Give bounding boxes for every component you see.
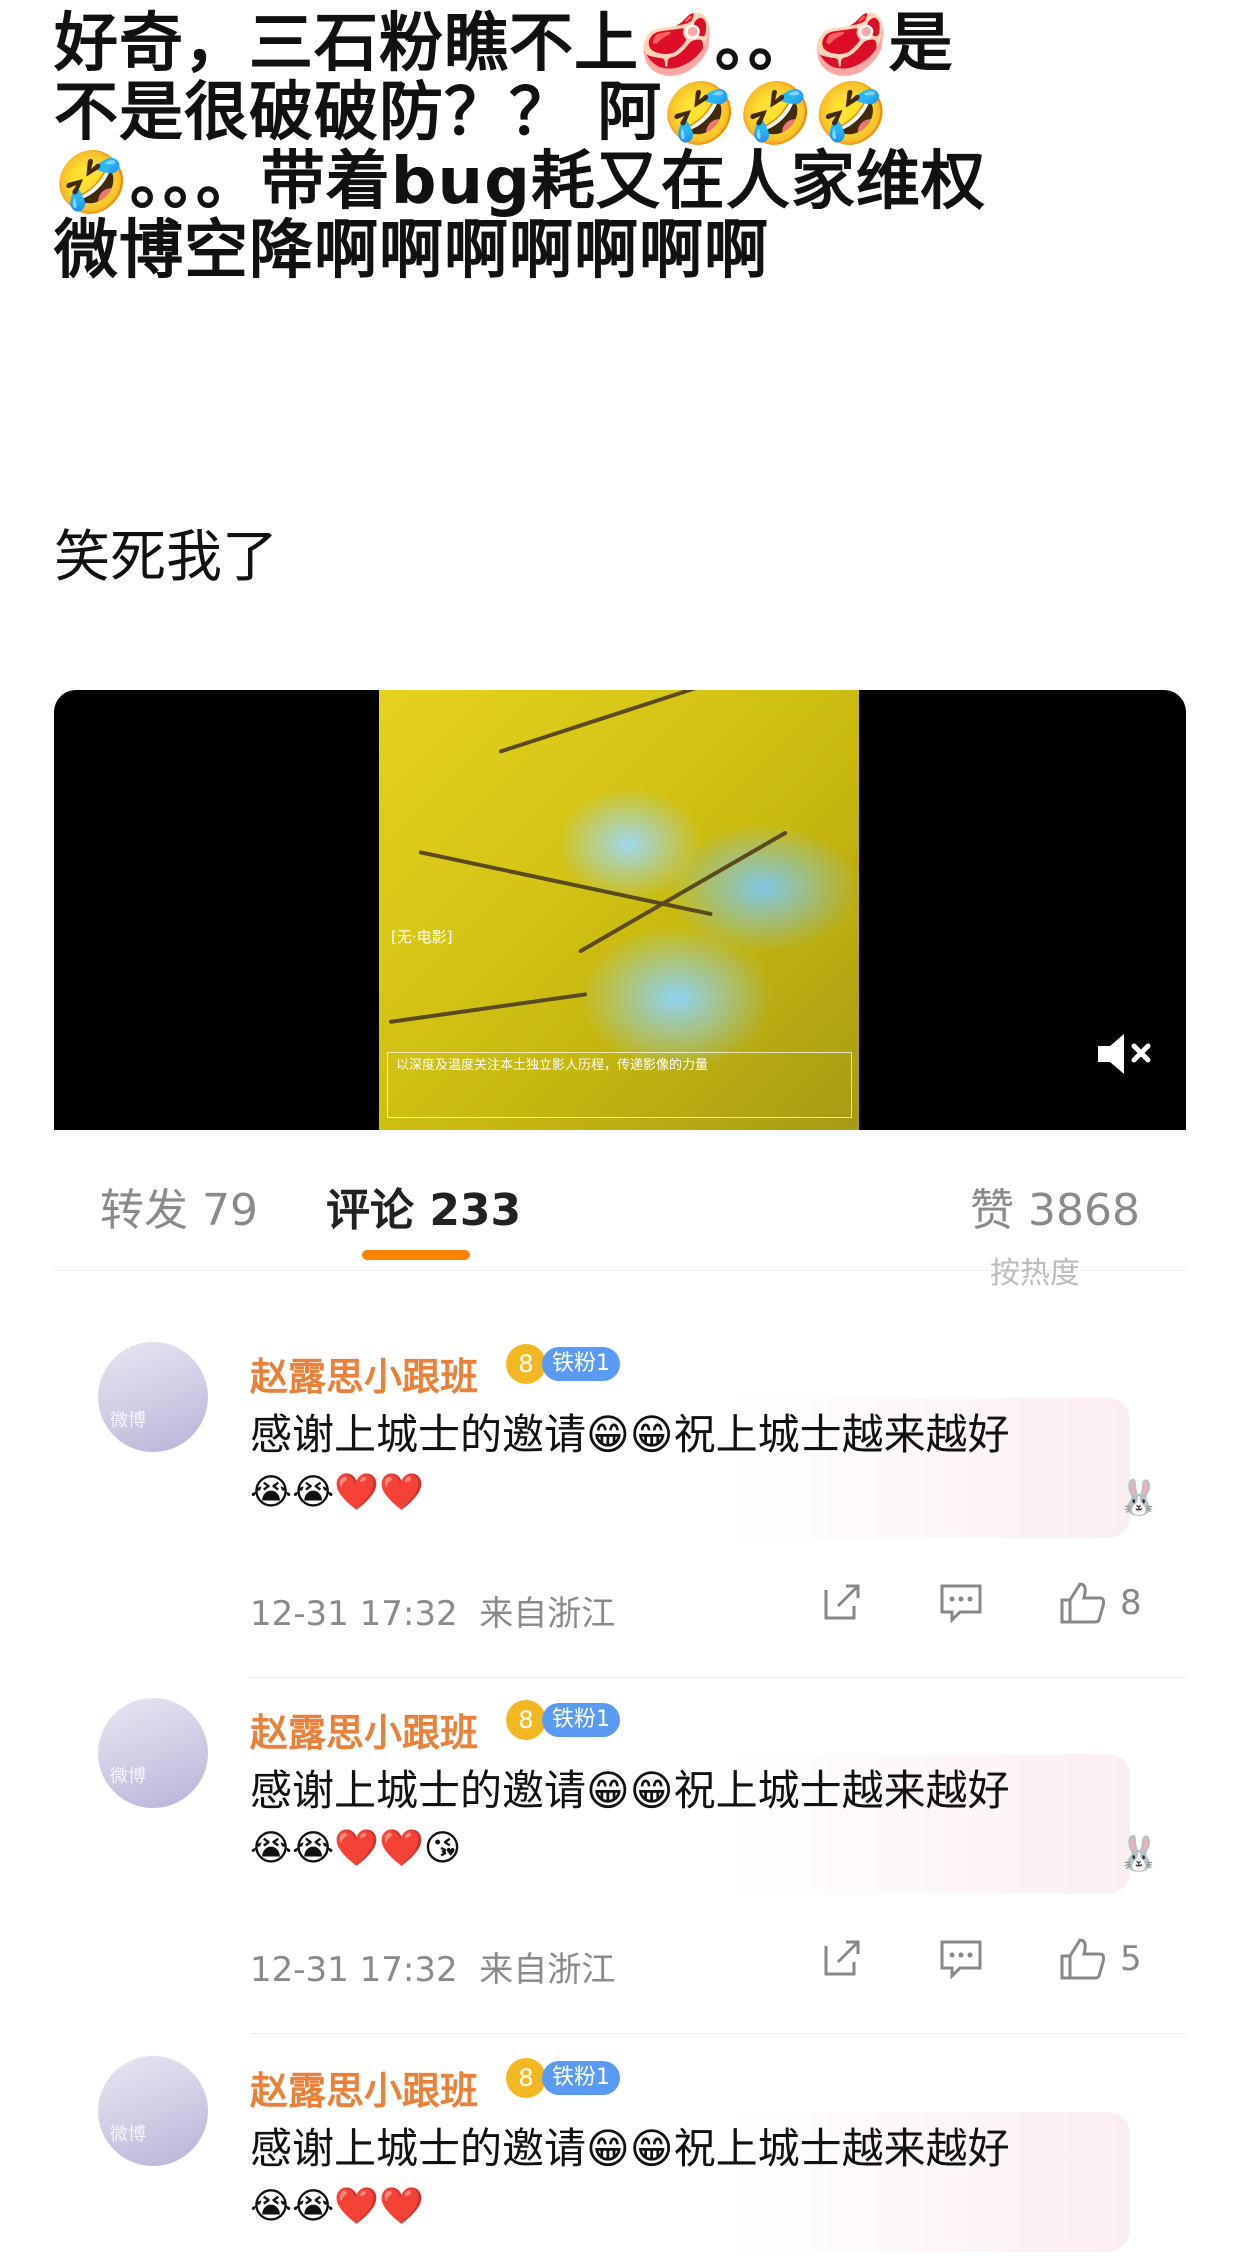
comment-location: 来自浙江 [479,1594,616,1634]
tree-branch [498,690,747,754]
comment-author[interactable]: 赵露思小跟班 [250,1346,478,1401]
video-player[interactable]: [无·电影] 以深度及温度关注本土独立影人历程，传递影像的力量 [54,690,1186,1130]
comment-emojis: 😭😭❤️❤️ [250,2186,424,2227]
fan-badges: 8 铁粉1 [506,1700,620,1740]
bunny-sticker-icon: 🐰 [1117,1834,1160,1874]
comment-text-line: 感谢上城士的邀请😁😁祝上城士越来越好 [250,2124,1010,2173]
tree-branch [418,850,713,917]
sort-hint[interactable]: 按热度 [990,1248,1080,1292]
post-line-4: 微博空降啊啊啊啊啊啊啊 [54,214,769,288]
like-button[interactable]: 8 [1058,1580,1142,1626]
post-text-segment: 不是很破破防？？ 阿 [54,76,663,150]
comment-divider [250,2033,1186,2034]
thumbs-up-icon [1060,1938,1106,1980]
fan-level-badge: 铁粉1 [542,1703,620,1737]
thumbs-up-icon [1060,1582,1106,1624]
laughing-emoji-icon: 🤣 [813,79,890,149]
comment-author[interactable]: 赵露思小跟班 [250,1702,478,1757]
post-line-2: 不是很破破防？？ 阿🤣🤣🤣 [54,79,1194,148]
video-caption: 以深度及温度关注本土独立影人历程，传递影像的力量 [387,1052,852,1118]
comment-meta: 12-31 17:32 来自浙江 [250,1942,615,1991]
share-icon [824,1940,860,1976]
laughing-emoji-icon: 🤣 [738,79,814,149]
post-text-segment: 。。 [714,7,813,81]
post-text-segment: 。。。带着bug耗又在人家维权 [129,145,986,219]
post-text-segment: 是 [888,7,954,81]
like-button[interactable]: 5 [1058,1936,1142,1982]
post-text-segment: 好奇，三石粉瞧不上 [54,7,639,81]
video-tag: [无·电影] [391,928,453,946]
fan-level-badge: 铁粉1 [542,2061,620,2095]
comment-icon [940,1940,982,1980]
avatar[interactable]: 微博 [98,1342,208,1452]
comment-item: 微博 赵露思小跟班 8 铁粉1 感谢上城士的邀请😁😁祝上城士越来越好 😭😭❤️❤… [54,1678,1186,2034]
reply-button[interactable] [938,1936,984,1980]
comment-icon [940,1584,982,1624]
steak-emoji-icon: 🥩 [639,10,715,80]
comment-time: 12-31 17:32 [250,1594,458,1634]
laughing-emoji-icon: 🤣 [662,79,738,149]
crown-icon: 8 [506,1700,546,1740]
comment-text: 感谢上城士的邀请😁😁祝上城士越来越好 😭😭❤️❤️ [250,2120,1130,2236]
laughing-emoji-icon: 🤣 [54,148,130,218]
crown-icon: 8 [506,2058,546,2098]
post-line-1: 好奇，三石粉瞧不上🥩。。🥩是 [54,10,1194,79]
comment-emojis: 😭😭❤️❤️ [250,1472,424,1513]
active-tab-indicator [362,1250,470,1260]
tab-like[interactable]: 赞 3868 [970,1174,1140,1238]
avatar-watermark: 微博 [110,1766,146,1787]
comment-item: 微博 赵露思小跟班 8 铁粉1 感谢上城士的邀请😁😁祝上城士越来越好 😭😭❤️❤… [54,1322,1186,1678]
like-count: 8 [1120,1583,1142,1623]
fan-badges: 8 铁粉1 [506,2058,620,2098]
fan-level-badge: 铁粉1 [542,1347,620,1381]
video-thumbnail[interactable]: [无·电影] 以深度及温度关注本土独立影人历程，传递影像的力量 [379,690,859,1130]
avatar[interactable]: 微博 [98,2056,208,2166]
avatar-watermark: 微博 [110,2124,146,2145]
tab-comment[interactable]: 评论 233 [326,1174,521,1238]
post-line-3: 🤣。。。带着bug耗又在人家维权 [54,148,1194,217]
post-body: 好奇，三石粉瞧不上🥩。。🥩是 不是很破破防？？ 阿🤣🤣🤣 🤣。。。带着bug耗又… [54,10,1194,285]
fan-badges: 8 铁粉1 [506,1344,620,1384]
comment-item: 微博 赵露思小跟班 8 铁粉1 感谢上城士的邀请😁😁祝上城士越来越好 😭😭❤️❤… [54,2036,1186,2268]
steak-emoji-icon: 🥩 [812,10,889,80]
comment-text: 感谢上城士的邀请😁😁祝上城士越来越好 😭😭❤️❤️😘 [250,1762,1130,1878]
like-count: 5 [1120,1939,1142,1979]
reply-button[interactable] [938,1580,984,1624]
share-button[interactable] [820,1936,864,1980]
share-icon [824,1584,860,1620]
comment-author[interactable]: 赵露思小跟班 [250,2060,478,2115]
bunny-sticker-icon: 🐰 [1117,1478,1160,1518]
mute-button[interactable] [1092,1028,1158,1080]
muted-speaker-icon [1098,1034,1151,1074]
avatar[interactable]: 微博 [98,1698,208,1808]
post-subtext: 笑死我了 [54,525,278,590]
comment-text-line: 感谢上城士的邀请😁😁祝上城士越来越好 [250,1410,1010,1459]
tree-branch [388,992,588,1024]
tab-repost[interactable]: 转发 79 [100,1174,258,1238]
comment-meta: 12-31 17:32 来自浙江 [250,1586,615,1635]
comment-text-line: 感谢上城士的邀请😁😁祝上城士越来越好 [250,1766,1010,1815]
share-button[interactable] [820,1580,864,1624]
crown-icon: 8 [506,1344,546,1384]
comment-text: 感谢上城士的邀请😁😁祝上城士越来越好 😭😭❤️❤️ [250,1406,1130,1522]
avatar-watermark: 微博 [110,1410,146,1431]
comment-time: 12-31 17:32 [250,1950,458,1990]
comment-location: 来自浙江 [479,1950,616,1990]
comment-emojis: 😭😭❤️❤️😘 [250,1828,462,1869]
